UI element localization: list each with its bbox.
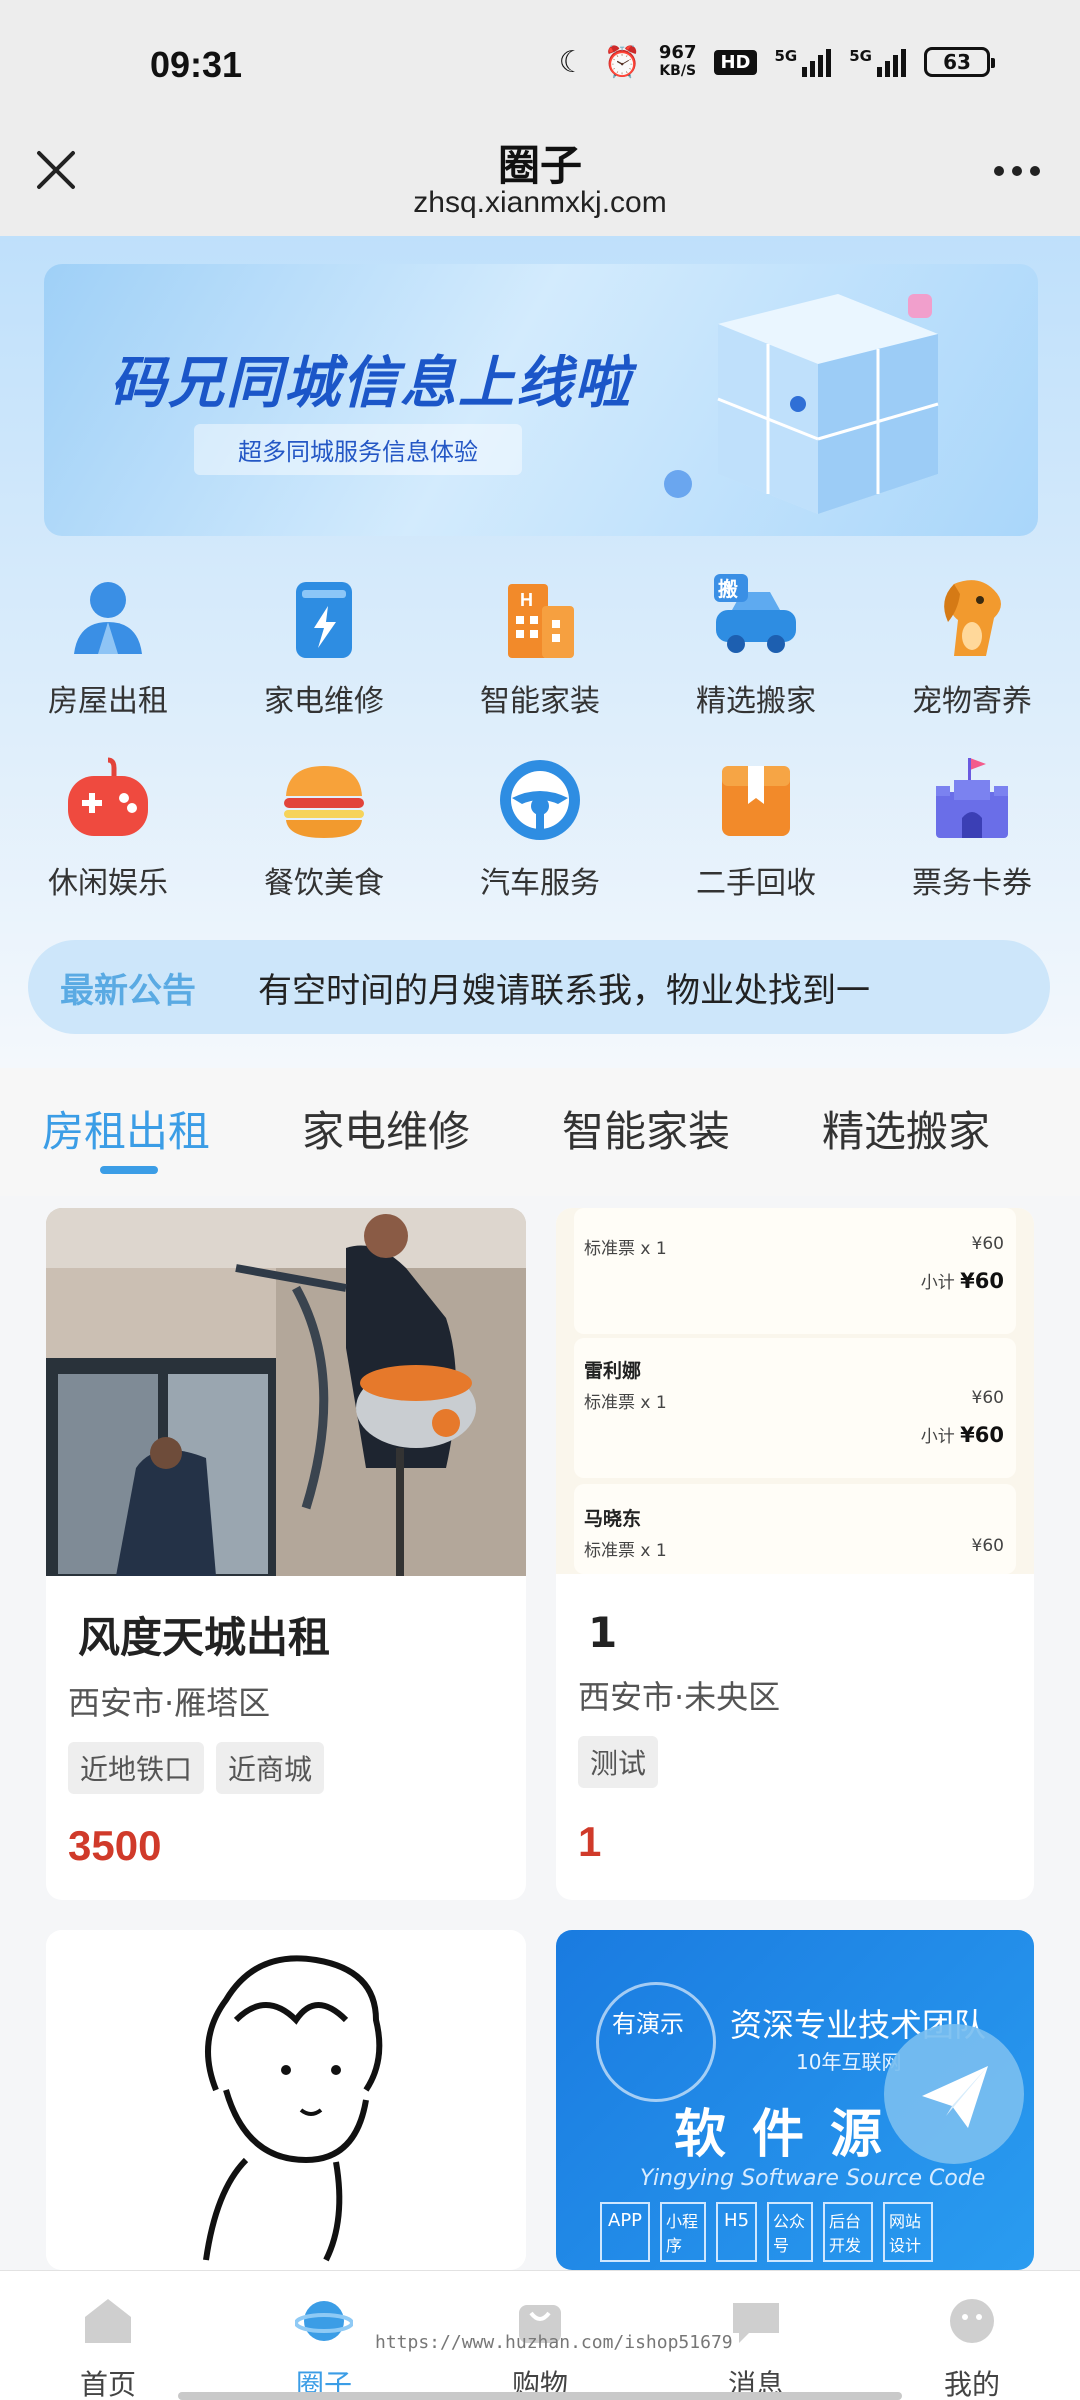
- profile-icon: [950, 2299, 994, 2343]
- game-controller-icon: [68, 757, 148, 836]
- person-house-icon: [74, 582, 142, 654]
- category-appliance-repair[interactable]: 家电维修: [216, 566, 432, 726]
- castle-icon: [936, 758, 1008, 838]
- listing-tag: 近商城: [216, 1742, 325, 1794]
- hero-area: 码兄同城信息上线啦 超多同城服务信息体验 房屋出租 家电维修 H 智能家装 搬 …: [0, 236, 1080, 1068]
- box-icon: [722, 766, 790, 836]
- listing-tags: 测试: [578, 1736, 659, 1788]
- listing-photo: [46, 1208, 526, 1576]
- more-icon[interactable]: [994, 166, 1040, 176]
- nav-bar: 圈子 zhsq.xianmxkj.com: [0, 132, 1080, 236]
- listing-photo: 标准票 x 1 ¥60 小计 ¥60 雷利娜 标准票 x 1 ¥60 小计 ¥6…: [556, 1208, 1034, 1574]
- notice-text: 有空时间的月嫂请联系我，物业处找到一: [258, 970, 870, 1011]
- listing-location: 西安市·未央区: [578, 1678, 781, 1716]
- listing-card[interactable]: 风度天城出租 西安市·雁塔区 近地铁口 近商城 3500: [46, 1208, 526, 1900]
- category-house-rent[interactable]: 房屋出租: [0, 566, 216, 726]
- listing-card[interactable]: 标准票 x 1 ¥60 小计 ¥60 雷利娜 标准票 x 1 ¥60 小计 ¥6…: [556, 1208, 1034, 1900]
- moving-truck-icon: 搬: [714, 574, 796, 653]
- category-car-service[interactable]: 汽车服务: [432, 748, 648, 908]
- publish-button[interactable]: [884, 2024, 1024, 2164]
- notice-tag: 最新公告: [60, 970, 196, 1011]
- paper-plane-icon: [922, 2066, 988, 2128]
- battery-icon: 63: [924, 47, 995, 77]
- badge-circle: [596, 1982, 716, 2102]
- status-icons: ☾ ⏰ 967 KB/S HD 5G 5G 63: [558, 42, 995, 80]
- home-indicator[interactable]: [178, 2392, 902, 2400]
- category-smart-decor[interactable]: H 智能家装: [432, 566, 648, 726]
- ticket-row: 标准票 x 1 ¥60 小计 ¥60: [574, 1208, 1016, 1334]
- category-food[interactable]: 餐饮美食: [216, 748, 432, 908]
- category-pet-boarding[interactable]: 宠物寄养: [864, 566, 1080, 726]
- nav-home[interactable]: 首页: [0, 2271, 216, 2400]
- network-speed: 967 KB/S: [658, 42, 697, 80]
- signal-icon: 5G: [775, 47, 832, 77]
- avatar-sketch-image: [46, 1930, 526, 2270]
- battery-repair-icon: [296, 582, 352, 658]
- cube-illustration-icon: [664, 294, 939, 514]
- listing-price: 3500: [68, 1822, 162, 1869]
- listing-card[interactable]: [46, 1930, 526, 2270]
- tab-active-indicator: [100, 1166, 158, 1174]
- burger-icon: [284, 766, 364, 838]
- listing-tags: 近地铁口 近商城: [68, 1742, 325, 1794]
- moon-icon: ☾: [558, 44, 586, 80]
- building-icon: H: [508, 584, 574, 658]
- category-grid: 房屋出租 家电维修 H 智能家装 搬 精选搬家 宠物寄养 休闲娱乐 餐饮美食 汽…: [0, 566, 1080, 908]
- message-icon: [733, 2303, 779, 2343]
- banner-subtitle: 超多同城服务信息体验: [194, 424, 522, 475]
- promo-banner[interactable]: 码兄同城信息上线啦 超多同城服务信息体验: [44, 264, 1038, 536]
- listing-tag: 测试: [578, 1736, 659, 1788]
- category-tabs: 房租出租 家电维修 智能家装 精选搬家: [0, 1068, 1080, 1196]
- alarm-icon: ⏰: [603, 44, 641, 80]
- notice-bar[interactable]: 最新公告 有空时间的月嫂请联系我，物业处找到一: [28, 940, 1050, 1034]
- promo-english: Yingying Software Source Code: [640, 2166, 986, 2191]
- category-moving[interactable]: 搬 精选搬家: [648, 566, 864, 726]
- category-recycle[interactable]: 二手回收: [648, 748, 864, 908]
- status-time: 09:31: [150, 44, 243, 85]
- nav-profile[interactable]: 我的: [864, 2271, 1080, 2400]
- pet-dog-icon: [944, 580, 1001, 656]
- banner-title: 码兄同城信息上线啦: [110, 351, 632, 416]
- home-icon: [85, 2299, 131, 2343]
- tab-house-rent[interactable]: 房租出租: [42, 1098, 210, 1159]
- listing-tag: 近地铁口: [68, 1742, 205, 1794]
- category-tickets[interactable]: 票务卡券: [864, 748, 1080, 908]
- hd-icon: HD: [714, 49, 757, 75]
- watermark: https://www.huzhan.com/ishop51679: [375, 2332, 733, 2353]
- promo-chips: APP 小程序 H5 公众号 后台开发 网站设计: [600, 2202, 934, 2262]
- tab-smart-decor[interactable]: 智能家装: [562, 1098, 730, 1159]
- listing-title: 风度天城出租: [78, 1613, 331, 1662]
- tab-moving[interactable]: 精选搬家: [822, 1098, 990, 1159]
- listing-price: 1: [578, 1818, 602, 1865]
- tab-appliance-repair[interactable]: 家电维修: [302, 1098, 470, 1159]
- planet-icon: [295, 2301, 353, 2341]
- svg-text:搬: 搬: [718, 577, 738, 601]
- listing-title: 1: [588, 1608, 618, 1657]
- ticket-row: 雷利娜 标准票 x 1 ¥60 小计 ¥60: [574, 1338, 1016, 1478]
- ticket-row: 马晓东 标准票 x 1 ¥60: [574, 1484, 1016, 1574]
- steering-wheel-icon: [500, 760, 580, 840]
- promo-big-text: 软件源: [674, 2104, 909, 2165]
- category-leisure[interactable]: 休闲娱乐: [0, 748, 216, 908]
- signal-icon: 5G: [849, 47, 906, 77]
- page-title: 圈子: [497, 141, 582, 190]
- svg-text:H: H: [520, 590, 533, 610]
- status-bar: 09:31 ☾ ⏰ 967 KB/S HD 5G 5G 63: [0, 0, 1080, 132]
- listing-location: 西安市·雁塔区: [68, 1684, 271, 1722]
- page-url: zhsq.xianmxkj.com: [413, 186, 667, 219]
